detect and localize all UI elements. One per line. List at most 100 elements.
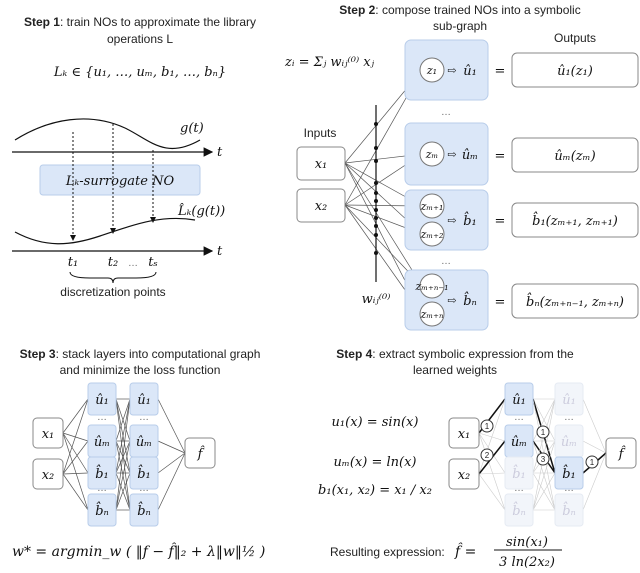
z-node-label: zₘ₊₂ <box>420 228 444 241</box>
step1-panel: Step 1: train NOs to approximate the lib… <box>12 15 256 299</box>
connection-line <box>582 440 607 454</box>
connection-line <box>62 432 89 511</box>
connection-line <box>478 472 506 475</box>
z-node-label: zₘ₊ₙ <box>420 308 444 321</box>
connection-line <box>157 452 186 511</box>
connection-line <box>582 398 607 454</box>
step4-panel: Step 4: extract symbolic expression from… <box>318 347 637 570</box>
result-denominator: 3 ln(2x₂) <box>499 555 555 570</box>
outputs-label: Outputs <box>554 31 596 45</box>
operator-label: b̂ₙ <box>562 501 576 519</box>
input-label: x₂ <box>42 468 55 483</box>
operator-label: b̂₁ <box>512 464 526 482</box>
operator-label: ûₘ <box>94 435 110 450</box>
arrow-icon: ⇨ <box>447 294 456 307</box>
weight-dot <box>374 199 378 203</box>
arrow-icon: ⇨ <box>447 214 456 227</box>
connection-line <box>157 452 186 474</box>
ellipsis: … <box>564 483 574 494</box>
step2-title: Step 2: compose trained NOs into a symbo… <box>339 3 580 17</box>
equation-b1: b₁(x₁, x₂) = x₁ / x₂ <box>318 483 432 498</box>
weight-dot <box>374 146 378 150</box>
operator-label: û₁ <box>95 393 109 408</box>
z-node-label: zₘ <box>425 148 439 161</box>
step3-network: x₁x₂û₁…ûₘb̂₁…b̂ₙû₁…ûₘb̂₁…b̂ₙf̂ <box>32 382 216 527</box>
output-expression: b̂ₙ(zₘ₊ₙ₋₁, zₘ₊ₙ) <box>526 292 624 310</box>
equals-sign: = <box>495 295 506 310</box>
result-numerator: sin(x₁) <box>506 535 548 550</box>
surrogate-no-label: Lₖ-surrogate NO <box>65 174 175 189</box>
no-blocks: z₁ ⇨ û₁ = û₁(z₁)zₘ ⇨ ûₘ = ûₘ(zₘ)zₘ₊₁zₘ₊₂⇨ b̂₁ = b̂₁… <box>404 39 639 331</box>
output-expression: b̂₁(zₘ₊₁, zₘ₊₁) <box>532 211 618 229</box>
connection-line <box>62 440 89 475</box>
operator-label: b̂₁ <box>137 464 151 482</box>
connection-line <box>157 440 186 454</box>
operator-label: û₁ <box>512 393 526 408</box>
weight-value: 1 <box>485 422 490 431</box>
step4-title-bold: Step 4 <box>336 347 372 361</box>
ellipsis: … <box>97 412 107 423</box>
weight-dot <box>374 208 378 212</box>
weight-dot <box>374 233 378 237</box>
step2-title-rest: : compose trained NOs into a symbolic <box>375 3 580 17</box>
step1-title-bold: Step 1 <box>24 15 60 29</box>
connection-line <box>62 432 89 474</box>
step3-title: Step 3: stack layers into computational … <box>20 347 261 361</box>
step4-title-line2: learned weights <box>413 363 497 377</box>
z-formula: zᵢ = Σⱼ wᵢⱼ⁽⁰⁾ xⱼ <box>284 55 375 70</box>
step4-title: Step 4: extract symbolic expression from… <box>336 347 574 361</box>
operator-label: ûₘ <box>561 435 577 450</box>
ellipsis: … <box>564 412 574 423</box>
step4-network: x₁x₂û₁…ûₘb̂₁…b̂ₙû₁…ûₘb̂₁…b̂ₙf̂1213 1 <box>448 382 637 527</box>
output-expression: û₁(z₁) <box>557 64 593 79</box>
input-label: x₁ <box>458 427 471 442</box>
step1-title-line2: operations L <box>107 32 173 46</box>
connection-line <box>478 432 506 511</box>
weight-dot <box>374 159 378 163</box>
equals-sign: = <box>495 149 506 164</box>
arrow-icon: ⇨ <box>447 148 456 161</box>
operator-label: û₁ <box>137 393 151 408</box>
weight-value: 3 <box>541 455 546 464</box>
weight-dot <box>374 181 378 185</box>
connection-line <box>62 398 89 475</box>
diagram: Step 1: train NOs to approximate the lib… <box>0 0 640 573</box>
tick-ellipsis: … <box>128 258 138 269</box>
input-label: x₂ <box>458 468 471 483</box>
operator-label: b̂₁ <box>95 464 109 482</box>
operator-label: b̂ₙ <box>137 501 151 519</box>
operator-label: b̂ₙ <box>95 501 109 519</box>
step2-title-line2: sub-graph <box>433 19 487 33</box>
operator-label: b̂₁ <box>562 464 576 482</box>
weight-value: 1 <box>590 458 595 467</box>
arrow-icon: ⇨ <box>447 64 456 77</box>
ellipsis: … <box>514 412 524 423</box>
weight-dot <box>374 216 378 220</box>
ellipsis-b: … <box>441 256 451 267</box>
step2-panel: Step 2: compose trained NOs into a symbo… <box>284 3 639 331</box>
operator-label: ûₘ <box>511 435 527 450</box>
step1-title: Step 1: train NOs to approximate the lib… <box>24 15 256 29</box>
library-set: Lₖ ∈ {u₁, …, uₘ, b₁, …, bₙ} <box>53 65 226 80</box>
no-operator: û₁ <box>463 64 477 79</box>
connection-line <box>478 473 506 511</box>
z-node-label: zₘ₊₁ <box>420 200 444 213</box>
step3-title-bold: Step 3 <box>20 347 56 361</box>
input-x1: x₁ <box>315 157 328 172</box>
tick-ts: tₛ <box>148 255 158 270</box>
loss-function: w* = argmin_w ( ‖f − f̂‖₂ + λ‖w‖½ ) <box>12 542 265 560</box>
weight-dot <box>374 122 378 126</box>
no-operator: b̂₁ <box>463 211 477 229</box>
operator-label: ûₘ <box>136 435 152 450</box>
result-label: Resulting expression: <box>330 545 445 559</box>
input-label: x₁ <box>42 427 55 442</box>
tick-t1: t₁ <box>68 255 78 270</box>
input-function-curve <box>14 118 201 150</box>
step3-title-line2: and minimize the loss function <box>60 363 221 377</box>
input-x2: x₂ <box>315 199 328 214</box>
axis-label-top: t <box>217 145 223 160</box>
ellipsis: … <box>97 483 107 494</box>
connection-line <box>157 398 186 454</box>
step2-title-bold: Step 2 <box>339 3 375 17</box>
weight-value: 2 <box>485 451 490 460</box>
